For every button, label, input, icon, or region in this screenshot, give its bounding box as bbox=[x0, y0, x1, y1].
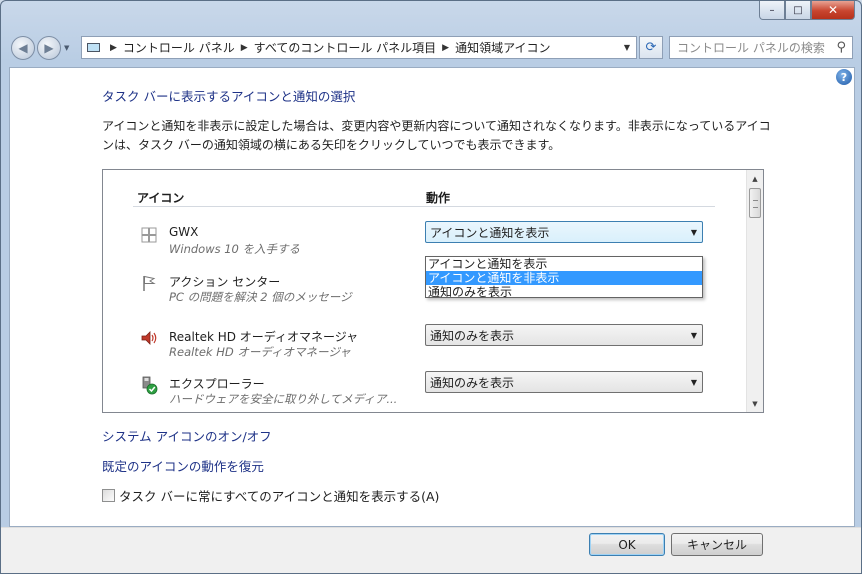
cancel-button[interactable]: キャンセル bbox=[671, 533, 763, 556]
item-name: Realtek HD オーディオマネージャ bbox=[169, 330, 359, 344]
address-dropdown-icon[interactable]: ▼ bbox=[618, 43, 636, 52]
dropdown-option-show-icon-and-notifications[interactable]: アイコンと通知を表示 bbox=[426, 257, 702, 271]
back-arrow-icon: ◀ bbox=[18, 41, 28, 55]
item-name: GWX bbox=[169, 225, 199, 239]
forward-button[interactable]: ▶ bbox=[37, 36, 61, 60]
page-description: アイコンと通知を非表示に設定した場合は、変更内容や更新内容について通知されなくな… bbox=[102, 119, 771, 152]
maximize-button[interactable]: □ bbox=[785, 1, 811, 20]
minimize-button[interactable]: – bbox=[759, 1, 785, 20]
header-divider bbox=[133, 206, 715, 207]
windows-logo-icon bbox=[141, 227, 157, 243]
computer-icon bbox=[82, 43, 104, 52]
breadcrumb-notification-icons[interactable]: 通知領域アイコン bbox=[455, 39, 550, 56]
caption-buttons: – □ ✕ bbox=[759, 1, 855, 20]
refresh-icon: ⟳ bbox=[645, 40, 657, 55]
chevron-right-icon[interactable]: ▶ bbox=[241, 43, 248, 53]
flag-icon bbox=[143, 275, 156, 291]
dropdown-option-only-show-notifications[interactable]: 通知のみを表示 bbox=[426, 285, 702, 299]
chevron-right-icon[interactable]: ▶ bbox=[442, 43, 449, 53]
scrollbar-thumb[interactable] bbox=[749, 188, 761, 218]
breadcrumb-all-items[interactable]: すべてのコントロール パネル項目 bbox=[254, 39, 437, 56]
control-panel-window: – □ ✕ ◀ ▶ ▼ ▶ コントロール パネル ▶ すべてのコントロール パネ… bbox=[0, 0, 862, 574]
restore-default-link[interactable]: 既定のアイコンの動作を復元 bbox=[102, 456, 264, 475]
selected-value: アイコンと通知を表示 bbox=[430, 225, 550, 240]
behavior-select-realtek[interactable]: 通知のみを表示 ▼ bbox=[425, 324, 703, 346]
help-icon[interactable]: ? bbox=[836, 69, 852, 85]
always-show-all-label[interactable]: タスク バーに常にすべてのアイコンと通知を表示する(A) bbox=[119, 486, 439, 505]
column-header-action: 動作 bbox=[426, 191, 451, 205]
usb-safe-remove-icon bbox=[142, 376, 158, 395]
chevron-right-icon[interactable]: ▶ bbox=[110, 43, 117, 53]
behavior-select-gwx[interactable]: アイコンと通知を表示 ▼ bbox=[425, 221, 703, 243]
behavior-select-explorer[interactable]: 通知のみを表示 ▼ bbox=[425, 371, 703, 393]
back-button[interactable]: ◀ bbox=[11, 36, 35, 60]
speaker-icon bbox=[141, 331, 157, 345]
page-title: タスク バーに表示するアイコンと通知の選択 bbox=[102, 89, 356, 104]
selected-value: 通知のみを表示 bbox=[430, 328, 515, 343]
vertical-scrollbar[interactable]: ▲ ▼ bbox=[746, 170, 763, 412]
search-input[interactable] bbox=[677, 40, 827, 55]
always-show-all-checkbox[interactable] bbox=[102, 489, 115, 502]
column-header-icon: アイコン bbox=[137, 191, 185, 205]
search-box[interactable]: ⚲ bbox=[669, 36, 853, 59]
selected-value: 通知のみを表示 bbox=[430, 375, 515, 390]
search-icon[interactable]: ⚲ bbox=[836, 40, 846, 55]
scroll-up-icon[interactable]: ▲ bbox=[747, 170, 763, 187]
notification-icons-list: アイコン 動作 GWX Windows 10 を入手する アイコンと通知を表示 … bbox=[102, 169, 764, 413]
item-description: Windows 10 を入手する bbox=[169, 242, 301, 256]
item-name: アクション センター bbox=[169, 275, 281, 289]
chevron-down-icon: ▼ bbox=[690, 227, 698, 237]
refresh-button[interactable]: ⟳ bbox=[639, 36, 663, 59]
item-description: ハードウェアを安全に取り外してメディア... bbox=[169, 392, 398, 406]
ok-button[interactable]: OK bbox=[589, 533, 665, 556]
item-description: PC の問題を解決 2 個のメッセージ bbox=[169, 290, 352, 304]
system-icons-link[interactable]: システム アイコンのオン/オフ bbox=[102, 426, 272, 445]
breadcrumb-control-panel[interactable]: コントロール パネル bbox=[123, 39, 235, 56]
item-description: Realtek HD オーディオマネージャ bbox=[169, 345, 351, 359]
list-item-realtek: Realtek HD オーディオマネージャ Realtek HD オーディオマネ… bbox=[139, 324, 719, 364]
forward-arrow-icon: ▶ bbox=[44, 41, 54, 55]
dialog-footer: OK キャンセル bbox=[1, 527, 861, 573]
content-area: ? タスク バーに表示するアイコンと通知の選択 アイコンと通知を非表示に設定した… bbox=[9, 67, 855, 527]
behavior-dropdown-list: アイコンと通知を表示 アイコンと通知を非表示 通知のみを表示 bbox=[425, 256, 703, 299]
chevron-down-icon: ▼ bbox=[690, 330, 698, 340]
recent-pages-dropdown[interactable]: ▼ bbox=[64, 44, 69, 52]
list-item-explorer: エクスプローラー ハードウェアを安全に取り外してメディア... 通知のみを表示 … bbox=[139, 371, 719, 411]
scroll-down-icon[interactable]: ▼ bbox=[747, 395, 763, 412]
navigation-bar: ◀ ▶ ▼ ▶ コントロール パネル ▶ すべてのコントロール パネル項目 ▶ … bbox=[1, 31, 861, 63]
address-bar[interactable]: ▶ コントロール パネル ▶ すべてのコントロール パネル項目 ▶ 通知領域アイ… bbox=[81, 36, 637, 59]
always-show-all-row[interactable]: タスク バーに常にすべてのアイコンと通知を表示する(A) bbox=[102, 486, 439, 505]
list-item-gwx: GWX Windows 10 を入手する アイコンと通知を表示 ▼ bbox=[139, 221, 719, 261]
dropdown-option-hide-icon-and-notifications[interactable]: アイコンと通知を非表示 bbox=[426, 271, 702, 285]
close-button[interactable]: ✕ bbox=[811, 1, 855, 20]
chevron-down-icon: ▼ bbox=[690, 377, 698, 387]
item-name: エクスプローラー bbox=[169, 377, 265, 391]
